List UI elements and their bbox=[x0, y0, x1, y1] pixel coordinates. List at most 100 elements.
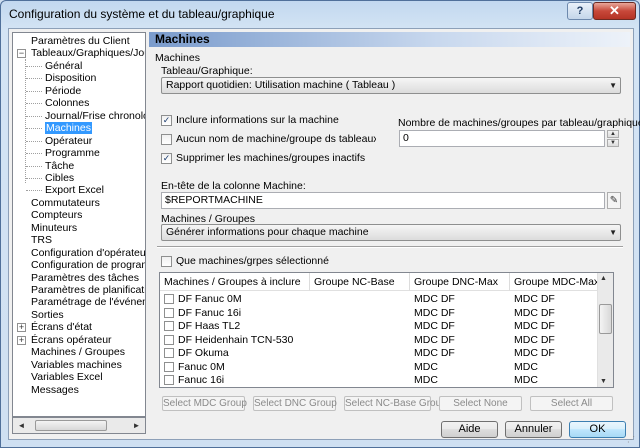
spin-down-icon[interactable]: ▼ bbox=[607, 139, 619, 147]
expand-icon[interactable]: + bbox=[17, 335, 26, 345]
tree-guide-line bbox=[26, 140, 42, 142]
tree-item[interactable]: Programme bbox=[45, 147, 100, 159]
expand-icon[interactable]: + bbox=[17, 323, 26, 333]
column-header[interactable]: Groupe DNC-Max bbox=[410, 273, 510, 291]
browse-field-icon[interactable]: ✎ bbox=[607, 192, 621, 209]
row-checkbox[interactable] bbox=[164, 321, 174, 331]
tree-item-label: Machines bbox=[45, 122, 92, 135]
tree-item[interactable]: Tâche bbox=[45, 160, 74, 172]
count-input[interactable]: 0 bbox=[399, 130, 605, 147]
help-title-button[interactable]: ? bbox=[567, 2, 593, 20]
row-checkbox[interactable] bbox=[164, 348, 174, 358]
resize-grip-icon[interactable]: ⋰ bbox=[627, 435, 637, 445]
row-checkbox[interactable] bbox=[164, 334, 174, 345]
tree-item[interactable]: Machines / Groupes bbox=[31, 346, 125, 358]
selected-only-checkbox[interactable] bbox=[161, 256, 172, 267]
groups-select[interactable]: Générer informations pour chaque machine… bbox=[161, 224, 621, 241]
scroll-right-icon[interactable]: ► bbox=[129, 419, 144, 432]
tree-item[interactable]: Opérateur bbox=[45, 135, 92, 147]
row-checkbox[interactable] bbox=[164, 375, 174, 385]
cell-dnc: MDC DF bbox=[414, 347, 455, 359]
tree-item[interactable]: Paramètres de planification bbox=[31, 284, 145, 296]
tree-horizontal-scrollbar[interactable]: ◄ ► bbox=[12, 417, 146, 434]
tree-scroll-thumb[interactable] bbox=[35, 420, 107, 431]
tree-item[interactable]: Écrans opérateur bbox=[31, 334, 112, 346]
tree-item[interactable]: Paramètres du Client bbox=[31, 35, 130, 47]
chevron-down-icon: ▼ bbox=[609, 81, 617, 90]
machines-grid[interactable]: Machines / Groupes à inclure Groupe NC-B… bbox=[159, 272, 614, 388]
cell-name: DF Fanuc 16i bbox=[178, 306, 242, 319]
table-row[interactable]: DF Fanuc 16i MDC DF MDC DF bbox=[160, 307, 600, 321]
tree-item[interactable]: TRS bbox=[31, 234, 52, 246]
collapse-icon[interactable]: − bbox=[17, 49, 26, 59]
title-bar[interactable]: Configuration du système et du tableau/g… bbox=[1, 1, 639, 27]
tree-item[interactable]: Messages bbox=[31, 384, 79, 396]
table-row[interactable]: Fanuc 0M MDC MDC bbox=[160, 361, 600, 375]
tree-item[interactable]: Écrans d'état bbox=[31, 321, 92, 333]
select-none-button[interactable]: Select None bbox=[439, 396, 522, 411]
tree-item[interactable]: Minuteurs bbox=[31, 222, 77, 234]
tree-guide-line bbox=[26, 128, 42, 130]
tree-item[interactable]: Paramétrage de l'événement bbox=[31, 296, 145, 308]
spin-up-icon[interactable]: ▲ bbox=[607, 130, 619, 138]
select-nc-base-group-button[interactable]: Select NC-Base Group bbox=[344, 396, 447, 411]
cell-mdc: MDC bbox=[514, 360, 538, 373]
tree-item[interactable]: Période bbox=[45, 85, 81, 97]
row-checkbox[interactable] bbox=[164, 307, 174, 318]
select-mdc-group-button[interactable]: Select MDC Group bbox=[162, 396, 247, 411]
selected-only-label: Que machines/grpes sélectionné bbox=[176, 255, 329, 267]
tree-item[interactable]: Configuration de programme bbox=[31, 259, 145, 271]
tree-item[interactable]: Variables machines bbox=[31, 359, 122, 371]
select-dnc-group-button[interactable]: Select DNC Group bbox=[253, 396, 337, 411]
tree-item-label: Général bbox=[45, 59, 83, 72]
tree-item[interactable]: Journal/Frise chronologique bbox=[45, 110, 145, 122]
cell-mdc: MDC DF bbox=[514, 333, 555, 346]
table-row[interactable]: DF Heidenhain TCN-530 MDC DF MDC DF bbox=[160, 334, 600, 348]
column-header[interactable]: Groupe NC-Base bbox=[310, 273, 410, 291]
close-title-button[interactable]: ✕ bbox=[593, 2, 636, 20]
remove-inactive-checkbox[interactable]: ✓ bbox=[161, 153, 172, 164]
column-header-input[interactable]: $REPORTMACHINE bbox=[161, 192, 605, 209]
table-row[interactable]: Fanuc 16i MDC MDC bbox=[160, 374, 600, 387]
tree-item-label: Machines / Groupes bbox=[31, 346, 125, 359]
no-name-checkbox[interactable] bbox=[161, 134, 172, 145]
cell-name: Fanuc 0M bbox=[178, 360, 225, 373]
tree-item-label: Colonnes bbox=[45, 97, 90, 110]
table-row[interactable]: DF Fanuc 0M MDC DF MDC DF bbox=[160, 293, 600, 307]
tree-item[interactable]: Configuration d'opérateur bbox=[31, 246, 146, 259]
help-button[interactable]: Aide bbox=[441, 421, 498, 438]
table-row[interactable]: DF Haas TL2 MDC DF MDC DF bbox=[160, 320, 600, 334]
tree-item[interactable]: Sorties bbox=[31, 309, 64, 321]
tree-item[interactable]: Compteurs bbox=[31, 209, 82, 221]
tree-item[interactable]: Variables Excel bbox=[31, 371, 103, 383]
row-checkbox[interactable] bbox=[164, 361, 174, 372]
tree-item[interactable]: Tableaux/Graphiques/Journaux bbox=[31, 47, 145, 59]
row-checkbox[interactable] bbox=[164, 294, 174, 304]
tree-item[interactable]: Colonnes bbox=[45, 97, 89, 109]
tree-item[interactable]: Général bbox=[45, 60, 82, 72]
grid-scroll-thumb[interactable] bbox=[599, 304, 612, 334]
grid-vertical-scrollbar[interactable]: ▲ ▼ bbox=[597, 273, 613, 387]
chart-select[interactable]: Rapport quotidien: Utilisation machine (… bbox=[161, 77, 621, 94]
divider bbox=[157, 246, 623, 248]
tree-item[interactable]: Paramètres des tâches bbox=[31, 272, 139, 284]
column-header[interactable]: Machines / Groupes à inclure bbox=[160, 273, 310, 291]
tree-item-label: Configuration d'opérateur bbox=[31, 246, 146, 259]
tree-item[interactable]: Commutateurs bbox=[31, 197, 100, 209]
tree-item[interactable]: Export Excel bbox=[45, 184, 104, 196]
scroll-left-icon[interactable]: ◄ bbox=[14, 419, 29, 432]
ok-button[interactable]: OK bbox=[569, 421, 626, 438]
tree-item[interactable]: Cibles bbox=[45, 172, 74, 184]
scroll-down-icon[interactable]: ▼ bbox=[600, 378, 607, 385]
tree-item[interactable]: Machines bbox=[45, 122, 92, 135]
table-row[interactable]: DF Okuma MDC DF MDC DF bbox=[160, 347, 600, 361]
tree-guide-line bbox=[26, 153, 42, 155]
column-header[interactable]: Groupe MDC-Max bbox=[510, 273, 600, 291]
include-info-checkbox[interactable]: ✓ bbox=[161, 115, 172, 126]
tree-item[interactable]: Disposition bbox=[45, 72, 96, 84]
scroll-up-icon[interactable]: ▲ bbox=[600, 275, 607, 282]
select-all-button[interactable]: Select All bbox=[530, 396, 613, 411]
tree-guide-line bbox=[26, 165, 42, 167]
cancel-button[interactable]: Annuler bbox=[505, 421, 562, 438]
settings-tree[interactable]: Paramètres du Client Tableaux/Graphiques/… bbox=[12, 32, 146, 417]
